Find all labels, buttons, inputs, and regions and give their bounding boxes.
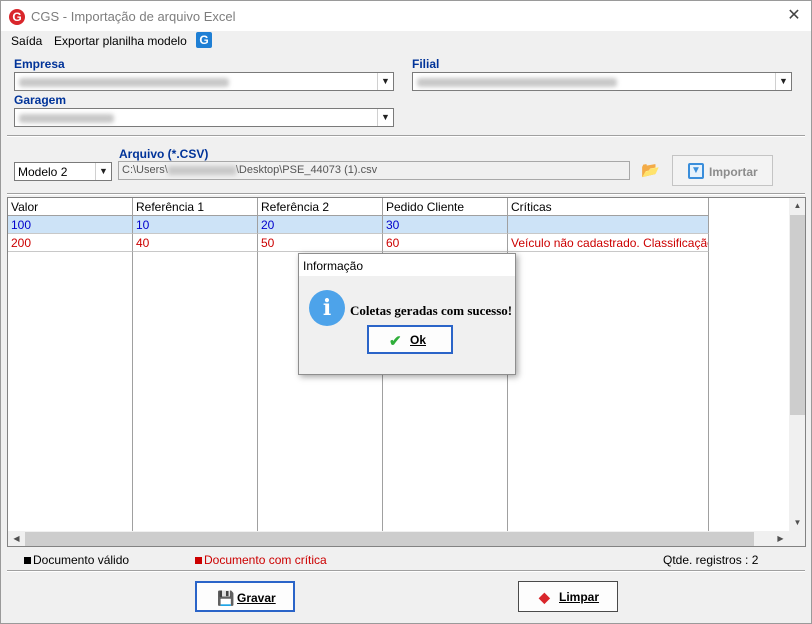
empresa-select[interactable]: ▼ xyxy=(14,72,394,91)
filial-select[interactable]: ▼ xyxy=(412,72,792,91)
valid-legend-swatch xyxy=(24,557,31,564)
scroll-left-icon[interactable]: ◀ xyxy=(8,531,25,546)
chevron-down-icon[interactable]: ▼ xyxy=(95,163,111,180)
model-select[interactable]: Modelo 2 ▼ xyxy=(14,162,112,181)
menu-item-exportar-planilha[interactable]: Exportar planilha modelo xyxy=(54,34,187,48)
column-divider xyxy=(708,216,709,532)
import-button-label: Importar xyxy=(709,165,758,179)
column-divider xyxy=(257,216,258,532)
eraser-icon: ◆ xyxy=(539,589,550,605)
table-cell[interactable]: 50 xyxy=(258,234,383,252)
title-bar: G CGS - Importação de arquivo Excel ✕ xyxy=(1,1,811,31)
checkmark-icon: ✔ xyxy=(389,333,402,350)
scrollbar-corner xyxy=(789,531,805,546)
column-header-referencia-2[interactable]: Referência 2 xyxy=(258,198,383,216)
floppy-disk-icon: 💾 xyxy=(217,590,235,606)
empresa-value-redacted xyxy=(19,78,229,87)
horizontal-scrollbar[interactable]: ◀ ▶ xyxy=(8,531,789,546)
menu-bar: Saída Exportar planilha modelo G xyxy=(1,31,811,53)
table-cell[interactable]: 60 xyxy=(383,234,508,252)
horizontal-scroll-thumb[interactable] xyxy=(25,532,754,546)
save-button[interactable]: 💾 Gravar xyxy=(195,581,295,612)
ok-button-label: Ok xyxy=(410,333,427,347)
table-cell[interactable]: 20 xyxy=(258,216,383,234)
vertical-scrollbar[interactable]: ▲ ▼ xyxy=(789,198,805,531)
section-divider xyxy=(7,193,805,195)
app-logo-icon: G xyxy=(9,9,25,25)
menu-item-saida[interactable]: Saída xyxy=(11,34,42,48)
file-label: Arquivo (*.CSV) xyxy=(119,147,209,161)
garagem-label: Garagem xyxy=(14,93,67,107)
info-dialog: Informação i Coletas geradas com sucesso… xyxy=(298,253,516,375)
table-cell[interactable]: 10 xyxy=(133,216,258,234)
column-header-referencia-1[interactable]: Referência 1 xyxy=(133,198,258,216)
close-button[interactable]: ✕ xyxy=(777,1,811,31)
table-cell[interactable]: 100 xyxy=(8,216,133,234)
critical-legend-swatch xyxy=(195,557,202,564)
column-divider xyxy=(132,216,133,532)
file-path-suffix: \Desktop\PSE_44073 (1).csv xyxy=(235,164,378,176)
ok-button[interactable]: ✔ Ok xyxy=(367,325,453,354)
table-cell[interactable]: Veículo não cadastrado. Classificação ..… xyxy=(508,234,709,252)
file-path-prefix: C:\Users\ xyxy=(122,164,168,176)
chevron-down-icon[interactable]: ▼ xyxy=(775,73,791,90)
file-path-field[interactable]: C:\Users\ \Desktop\PSE_44073 (1).csv xyxy=(118,161,630,180)
file-path-username-redacted xyxy=(167,165,236,175)
import-window: G CGS - Importação de arquivo Excel ✕ Sa… xyxy=(0,0,812,624)
empresa-label: Empresa xyxy=(14,57,65,71)
table-cell[interactable]: 30 xyxy=(383,216,508,234)
scroll-up-icon[interactable]: ▲ xyxy=(789,198,805,214)
column-header-pedido-cliente[interactable]: Pedido Cliente xyxy=(383,198,508,216)
table-cell[interactable]: 200 xyxy=(8,234,133,252)
scroll-right-icon[interactable]: ▶ xyxy=(772,531,789,546)
scroll-down-icon[interactable]: ▼ xyxy=(789,515,805,531)
chevron-down-icon[interactable]: ▼ xyxy=(377,109,393,126)
table-cell[interactable]: 40 xyxy=(133,234,258,252)
section-divider xyxy=(7,135,805,137)
import-button[interactable]: ▼ Importar xyxy=(672,155,773,186)
dialog-message: Coletas geradas com sucesso! xyxy=(350,303,513,318)
vertical-scroll-thumb[interactable] xyxy=(790,215,805,415)
legend-critical: Documento com crítica xyxy=(204,553,327,567)
garagem-select[interactable]: ▼ xyxy=(14,108,394,127)
dialog-title: Informação xyxy=(299,254,515,276)
table-cell[interactable] xyxy=(508,216,709,234)
column-header-criticas[interactable]: Críticas xyxy=(508,198,709,216)
garagem-value-redacted xyxy=(19,114,114,123)
legend-valid: Documento válido xyxy=(33,553,130,567)
folder-open-icon[interactable]: 📂 xyxy=(641,161,660,179)
section-divider xyxy=(7,570,805,572)
export-model-icon[interactable]: G xyxy=(196,32,212,48)
save-button-label: Gravar xyxy=(237,591,276,605)
import-download-icon: ▼ xyxy=(688,163,704,179)
model-select-value: Modelo 2 xyxy=(18,165,68,179)
column-header-valor[interactable]: Valor xyxy=(8,198,133,216)
clear-button-label: Limpar xyxy=(559,590,600,604)
info-icon: i xyxy=(309,290,345,326)
filial-value-redacted xyxy=(417,78,617,87)
record-count: Qtde. registros : 2 xyxy=(663,553,759,567)
window-title: CGS - Importação de arquivo Excel xyxy=(31,9,236,24)
chevron-down-icon[interactable]: ▼ xyxy=(377,73,393,90)
filial-label: Filial xyxy=(412,57,440,71)
clear-button[interactable]: ◆ Limpar xyxy=(518,581,618,612)
